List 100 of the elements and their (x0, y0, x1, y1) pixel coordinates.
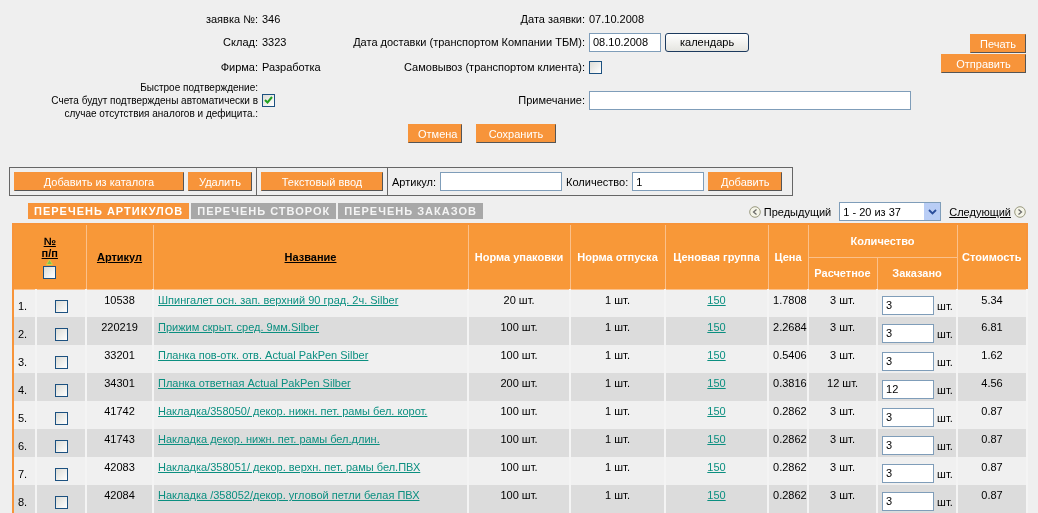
quantity-field[interactable]: 1 (632, 172, 705, 191)
price-group-link[interactable]: 150 (707, 433, 726, 445)
product-name-link[interactable]: Планка ответная Actual PakPen Silber (158, 377, 351, 389)
product-name-link[interactable]: Накладка/358051/ декор. верхн. пет. рамы бел.ПВХ (158, 461, 421, 473)
column-header: Заказано (877, 257, 958, 289)
row-checkbox[interactable] (54, 439, 68, 453)
ordered-quantity-field[interactable]: 3 (882, 323, 934, 343)
note-field[interactable] (589, 90, 911, 110)
unit-label: шт. (937, 299, 953, 312)
unit-label: шт. (937, 411, 953, 423)
send-button[interactable]: Отправить (941, 54, 1026, 73)
table-cell: 42083 (104, 461, 135, 473)
price-group-link[interactable]: 150 (707, 405, 726, 417)
table-cell: 0.2862 (773, 489, 807, 501)
tab[interactable]: ПЕРЕЧЕНЬ АРТИКУЛОВ (28, 203, 190, 219)
product-name-link[interactable]: Шпингалет осн. зап. верхний 90 град. 2ч. Silber (158, 293, 399, 306)
table-cell: 0.87 (981, 489, 1003, 501)
table-cell: 1 шт. (605, 321, 630, 333)
name-sort-link[interactable]: Название (284, 250, 337, 263)
row-checkbox[interactable] (54, 495, 68, 509)
ordered-quantity-field[interactable]: 12 (882, 379, 934, 399)
delivery-date-field[interactable]: 08.10.2008 (589, 32, 661, 52)
table-cell: 3 шт. (830, 349, 855, 361)
table-cell: 34301 (104, 377, 135, 389)
number-sort-link[interactable]: № п/п (41, 234, 58, 259)
table-cell: 0.3816 (773, 377, 807, 389)
tab[interactable]: ПЕРЕЧЕНЬ СТВОРОК (191, 203, 337, 219)
product-name-link[interactable]: Накладка/358050/ декор. нижн. пет. рамы бел. корот. (158, 405, 428, 417)
delete-button[interactable]: Удалить (188, 172, 252, 191)
quick-confirm-checkbox[interactable] (262, 93, 275, 107)
article-field[interactable] (440, 172, 563, 191)
price-group-link[interactable]: 150 (707, 349, 726, 361)
chevron-down-icon (927, 208, 937, 215)
field-label: Дата заявки: (519, 12, 586, 26)
ordered-quantity-field[interactable]: 3 (882, 491, 934, 511)
text-input-button[interactable]: Текстовый ввод (261, 172, 383, 191)
add-button[interactable]: Добавить (708, 172, 783, 191)
table-cell: 100 шт. (500, 349, 538, 361)
product-name-link[interactable]: Прижим скрыт. сред. 9мм.Silber (158, 321, 320, 333)
ordered-quantity-field[interactable]: 3 (882, 463, 934, 483)
row-checkbox[interactable] (54, 411, 68, 425)
column-header: Расчетное (808, 257, 877, 289)
unit-label: шт. (937, 327, 953, 339)
product-name-link[interactable]: Планка пов-отк. отв. Actual PakPen Silber (158, 349, 369, 361)
quick-confirm-label: Быстрое подтверждение: Счета будут подтверждены автоматически в случае отсутствия аналогов и дефицита.: (51, 80, 259, 120)
save-button[interactable]: Сохранить (476, 124, 556, 143)
column-header: Количество (808, 224, 958, 257)
calendar-button[interactable]: календарь (665, 32, 750, 52)
field-label: Дата доставки (транспортом Компании ТБМ): (352, 35, 586, 49)
table-cell: 1.62 (981, 349, 1003, 361)
table-cell: 1.7808 (773, 293, 807, 306)
row-checkbox[interactable] (54, 327, 68, 341)
row-checkbox[interactable] (54, 300, 68, 314)
article-sort-link[interactable]: Артикул (96, 250, 143, 263)
pickup-checkbox[interactable] (589, 60, 602, 74)
table-cell: 41743 (104, 433, 135, 445)
price-group-link[interactable]: 150 (707, 321, 726, 333)
previous-link[interactable]: Предыдущий (763, 205, 832, 218)
ordered-quantity-field[interactable]: 3 (882, 435, 934, 455)
row-number: 5. (18, 412, 28, 424)
firm-value: Разработка (262, 61, 321, 73)
field-label: Количество: (566, 175, 629, 188)
price-group-link[interactable]: 150 (707, 489, 726, 501)
product-name-link[interactable]: Накладка /358052/декор. угловой петли белая ПВХ (158, 489, 420, 501)
price-group-link[interactable]: 150 (707, 293, 726, 306)
product-name-link[interactable]: Накладка декор. нижн. пет. рамы бел.длин. (158, 433, 380, 445)
ordered-quantity-field[interactable]: 3 (882, 295, 934, 315)
table-cell: 3 шт. (830, 461, 855, 473)
row-number: 6. (18, 440, 28, 452)
row-checkbox[interactable] (54, 467, 68, 481)
table-cell: 0.87 (981, 433, 1003, 445)
cancel-button[interactable]: Отмена (408, 124, 462, 143)
unit-label: шт. (937, 467, 953, 479)
print-button[interactable]: Печать (970, 34, 1026, 53)
table-cell: 0.2862 (773, 433, 807, 445)
unit-label: шт. (937, 439, 953, 451)
table-cell: 3 шт. (830, 405, 855, 417)
table-cell: 6.81 (981, 321, 1003, 333)
price-group-link[interactable]: 150 (707, 461, 726, 473)
row-checkbox[interactable] (54, 383, 68, 397)
table-cell: 100 шт. (500, 405, 538, 417)
select-all-checkbox[interactable] (43, 265, 57, 279)
add-from-catalog-button[interactable]: Добавить из каталога (14, 172, 184, 191)
field-label: Самовывоз (транспортом клиента): (403, 60, 586, 74)
table-cell: 41742 (104, 405, 135, 417)
table-cell: 100 шт. (500, 461, 538, 473)
page-range-dropdown[interactable]: 1 - 20 из 37 (839, 202, 942, 221)
price-group-link[interactable]: 150 (707, 377, 726, 389)
table-cell: 200 шт. (500, 377, 538, 389)
table-cell: 100 шт. (500, 489, 538, 501)
ordered-quantity-field[interactable]: 3 (882, 351, 934, 371)
table-cell: 3 шт. (830, 433, 855, 445)
row-checkbox[interactable] (54, 355, 68, 369)
row-number: 7. (18, 468, 28, 480)
ordered-quantity-field[interactable]: 3 (882, 407, 934, 427)
next-link[interactable]: Следующий (949, 205, 1011, 218)
table-cell: 10538 (104, 293, 135, 306)
table-cell: 1 шт. (605, 461, 630, 473)
next-arrow-icon[interactable] (1014, 205, 1026, 218)
tab[interactable]: ПЕРЕЧЕНЬ ЗАКАЗОВ (338, 203, 483, 219)
